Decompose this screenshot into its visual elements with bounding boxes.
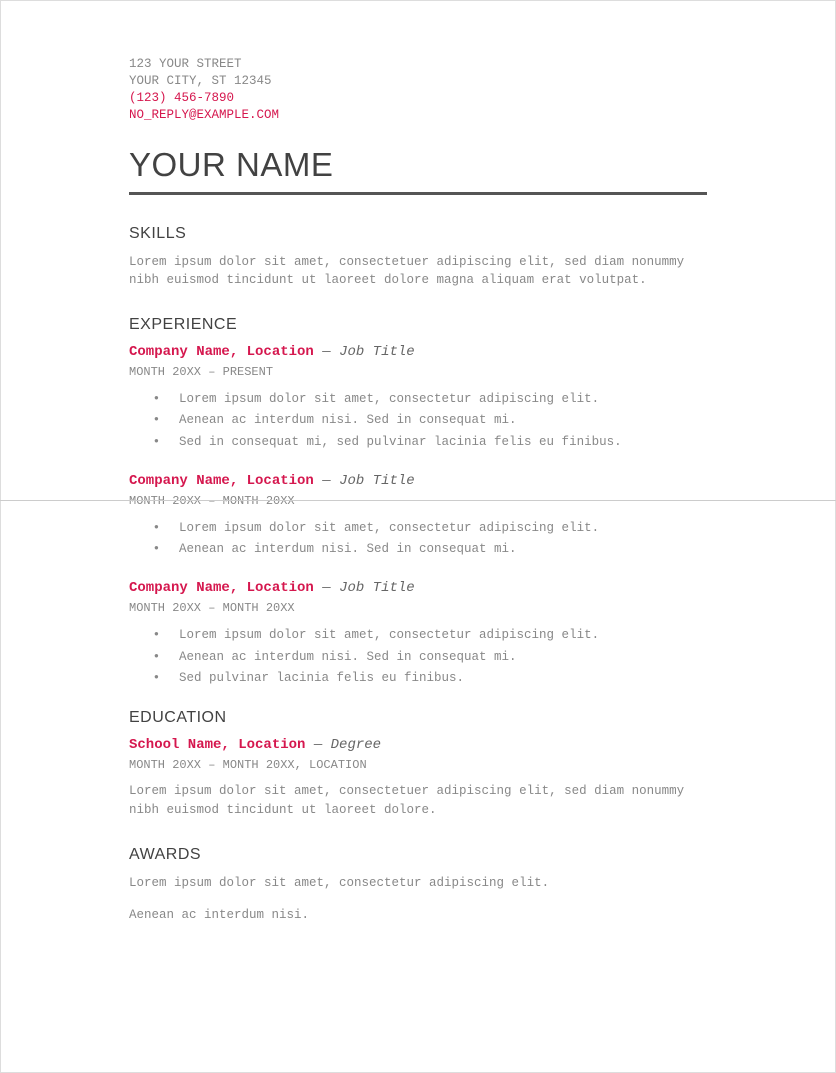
education-section: EDUCATION School Name, Location — Degree… — [129, 709, 707, 820]
job-title-line: Company Name, Location — Job Title — [129, 580, 707, 596]
job-role: Job Title — [339, 580, 415, 596]
list-item: Lorem ipsum dolor sit amet, consectetur … — [129, 625, 707, 646]
awards-heading: AWARDS — [129, 846, 707, 864]
job-bullets: Lorem ipsum dolor sit amet, consectetur … — [129, 625, 707, 689]
education-heading: EDUCATION — [129, 709, 707, 727]
education-separator: — — [305, 737, 330, 753]
list-item: Lorem ipsum dolor sit amet, consectetur … — [129, 389, 707, 410]
job-role: Job Title — [339, 344, 415, 360]
education-title-line: School Name, Location — Degree — [129, 737, 707, 753]
job-separator: — — [314, 473, 339, 489]
job-role: Job Title — [339, 473, 415, 489]
contact-phone: (123) 456-7890 — [129, 90, 707, 107]
job-company: Company Name, Location — [129, 580, 314, 596]
job-date: MONTH 20XX – PRESENT — [129, 365, 707, 379]
skills-text: Lorem ipsum dolor sit amet, consectetuer… — [129, 253, 707, 291]
list-item: Aenean ac interdum nisi. Sed in consequa… — [129, 539, 707, 560]
school-name: School Name, Location — [129, 737, 305, 753]
awards-line: Aenean ac interdum nisi. — [129, 906, 707, 925]
horizontal-rule — [129, 192, 707, 195]
list-item: Aenean ac interdum nisi. Sed in consequa… — [129, 410, 707, 431]
awards-line: Lorem ipsum dolor sit amet, consectetur … — [129, 874, 707, 893]
skills-section: SKILLS Lorem ipsum dolor sit amet, conse… — [129, 225, 707, 291]
job-bullets: Lorem ipsum dolor sit amet, consectetur … — [129, 389, 707, 453]
job-entry: Company Name, Location — Job Title MONTH… — [129, 473, 707, 561]
list-item: Sed pulvinar lacinia felis eu finibus. — [129, 668, 707, 689]
job-company: Company Name, Location — [129, 344, 314, 360]
job-separator: — — [314, 344, 339, 360]
degree: Degree — [331, 737, 381, 753]
job-bullets: Lorem ipsum dolor sit amet, consectetur … — [129, 518, 707, 561]
list-item: Lorem ipsum dolor sit amet, consectetur … — [129, 518, 707, 539]
contact-city: YOUR CITY, ST 12345 — [129, 73, 707, 90]
awards-section: AWARDS Lorem ipsum dolor sit amet, conse… — [129, 846, 707, 926]
document-page: 123 YOUR STREET YOUR CITY, ST 12345 (123… — [0, 0, 836, 1073]
education-text: Lorem ipsum dolor sit amet, consectetuer… — [129, 782, 707, 820]
skills-heading: SKILLS — [129, 225, 707, 243]
experience-heading: EXPERIENCE — [129, 316, 707, 334]
job-date: MONTH 20XX – MONTH 20XX — [129, 494, 707, 508]
list-item: Sed in consequat mi, sed pulvinar lacini… — [129, 432, 707, 453]
contact-email: NO_REPLY@EXAMPLE.COM — [129, 107, 707, 124]
job-title-line: Company Name, Location — Job Title — [129, 344, 707, 360]
job-title-line: Company Name, Location — Job Title — [129, 473, 707, 489]
education-entry: School Name, Location — Degree MONTH 20X… — [129, 737, 707, 820]
job-company: Company Name, Location — [129, 473, 314, 489]
job-date: MONTH 20XX – MONTH 20XX — [129, 601, 707, 615]
job-separator: — — [314, 580, 339, 596]
contact-street: 123 YOUR STREET — [129, 56, 707, 73]
list-item: Aenean ac interdum nisi. Sed in consequa… — [129, 647, 707, 668]
resume-name: YOUR NAME — [129, 146, 707, 184]
job-entry: Company Name, Location — Job Title MONTH… — [129, 344, 707, 453]
job-entry: Company Name, Location — Job Title MONTH… — [129, 580, 707, 689]
experience-section: EXPERIENCE Company Name, Location — Job … — [129, 316, 707, 689]
education-date: MONTH 20XX – MONTH 20XX, LOCATION — [129, 758, 707, 772]
contact-block: 123 YOUR STREET YOUR CITY, ST 12345 (123… — [129, 56, 707, 124]
